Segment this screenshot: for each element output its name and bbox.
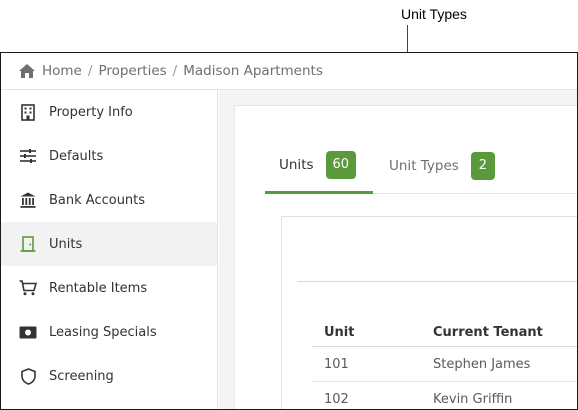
sidebar: Property Info Defaults Bank Accounts Uni… <box>1 90 218 409</box>
units-table: Unit Current Tenant 101 Stephen James 10… <box>312 319 577 409</box>
sidebar-item-screening[interactable]: Screening <box>1 354 217 398</box>
tenant-cell[interactable]: Stephen James <box>433 357 577 372</box>
main-content: Units 60 Unit Types 2 Unit Current Tenan… <box>219 90 577 409</box>
table-header: Unit Current Tenant <box>312 319 577 347</box>
sidebar-item-label: Screening <box>49 368 114 384</box>
sidebar-item-label: Bank Accounts <box>49 192 146 208</box>
breadcrumb-home[interactable]: Home <box>42 63 82 79</box>
breadcrumb: Home / Properties / Madison Apartments <box>1 53 577 90</box>
breadcrumb-properties[interactable]: Properties <box>98 63 166 79</box>
sidebar-item-property-info[interactable]: Property Info <box>1 90 217 134</box>
sidebar-item-label: Leasing Specials <box>49 324 157 340</box>
divider <box>297 281 577 282</box>
table-row[interactable]: 102 Kevin Griffin <box>312 382 577 409</box>
door-icon <box>19 235 37 253</box>
unit-cell[interactable]: 102 <box>312 392 433 407</box>
tab-bar: Units 60 Unit Types 2 <box>265 138 577 194</box>
sidebar-item-bank-accounts[interactable]: Bank Accounts <box>1 178 217 222</box>
tenant-cell[interactable]: Kevin Griffin <box>433 392 577 407</box>
sidebar-item-defaults[interactable]: Defaults <box>1 134 217 178</box>
sliders-icon <box>19 147 37 165</box>
column-header-unit[interactable]: Unit <box>312 325 433 340</box>
units-card: Unit Current Tenant 101 Stephen James 10… <box>281 216 577 409</box>
sidebar-item-label: Property Info <box>49 104 133 120</box>
money-icon <box>19 323 37 341</box>
column-header-current-tenant[interactable]: Current Tenant <box>433 325 577 340</box>
home-icon[interactable] <box>19 64 35 78</box>
tab-unit-types[interactable]: Unit Types 2 <box>389 138 495 194</box>
sidebar-item-leasing-specials[interactable]: Leasing Specials <box>1 310 217 354</box>
tab-units[interactable]: Units 60 <box>265 138 373 194</box>
table-row[interactable]: 101 Stephen James <box>312 347 577 382</box>
tab-label: Units <box>279 156 314 173</box>
unit-cell[interactable]: 101 <box>312 357 433 372</box>
sidebar-item-rentable-items[interactable]: Rentable Items <box>1 266 217 310</box>
sidebar-item-label: Defaults <box>49 148 104 164</box>
breadcrumb-separator: / <box>172 63 178 79</box>
sidebar-item-label: Units <box>49 236 83 252</box>
shield-icon <box>19 367 37 385</box>
content-panel: Units 60 Unit Types 2 Unit Current Tenan… <box>234 105 577 409</box>
sidebar-item-units[interactable]: Units <box>1 222 217 266</box>
cart-icon <box>19 279 37 297</box>
bank-icon <box>19 191 37 209</box>
breadcrumb-separator: / <box>87 63 93 79</box>
building-icon <box>19 103 37 121</box>
count-badge: 60 <box>325 150 357 179</box>
app-window: Home / Properties / Madison Apartments P… <box>0 52 578 410</box>
tab-label: Unit Types <box>389 158 459 174</box>
count-badge: 2 <box>470 152 495 180</box>
callout-label: Unit Types <box>401 6 467 22</box>
sidebar-item-label: Rentable Items <box>49 280 148 296</box>
breadcrumb-current: Madison Apartments <box>183 63 323 79</box>
